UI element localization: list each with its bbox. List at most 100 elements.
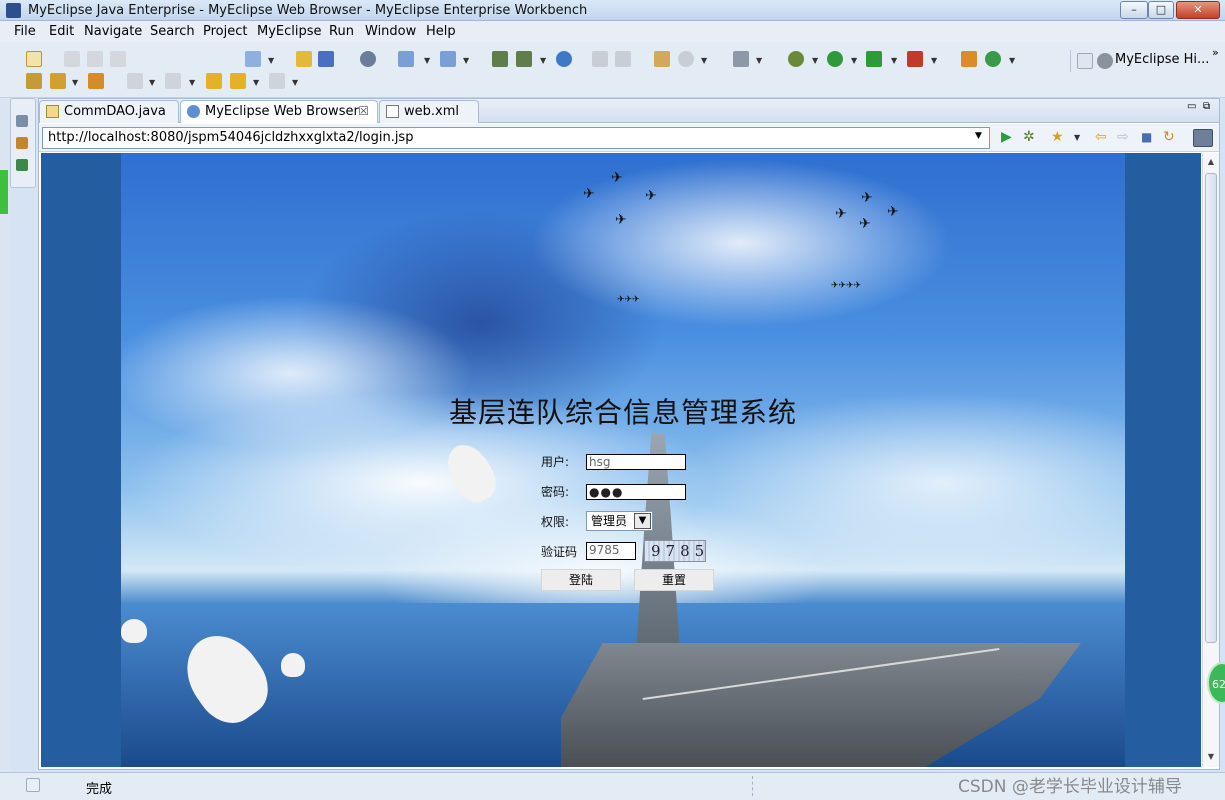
db-icon[interactable] xyxy=(492,51,508,67)
debug-page-icon[interactable]: ✲ xyxy=(1023,130,1035,144)
gear-grey-icon[interactable] xyxy=(678,51,694,67)
close-button[interactable]: ✕ xyxy=(1176,1,1220,19)
dropdown-arrow-icon[interactable]: ▼ xyxy=(1009,56,1015,65)
menu-myeclipse[interactable]: MyEclipse xyxy=(257,24,322,39)
scroll-up-icon[interactable]: ▲ xyxy=(1205,156,1217,168)
perspective-switcher[interactable]: MyEclipse Hi... xyxy=(1070,50,1209,72)
role-select[interactable]: 管理员 ▼ xyxy=(586,511,653,531)
menu-search[interactable]: Search xyxy=(150,24,195,39)
menu-window[interactable]: Window xyxy=(365,24,416,39)
dropdown-arrow-icon[interactable]: ▼ xyxy=(540,56,546,65)
dropdown-arrow-icon[interactable]: ▼ xyxy=(463,56,469,65)
refresh-tool-icon[interactable] xyxy=(985,51,1001,67)
dropdown-arrow-icon[interactable]: ▼ xyxy=(851,56,857,65)
captcha-image[interactable]: 9785 xyxy=(644,540,706,562)
login-background: ✈ ✈ ✈ ✈ ✈ ✈ ✈ ✈ ✈✈✈ ✈✈✈✈ 基层连队综合信息管理系统 用户… xyxy=(121,153,1125,767)
dropdown-arrow-icon[interactable]: ▼ xyxy=(253,78,259,87)
scroll-down-icon[interactable]: ▼ xyxy=(1205,751,1217,763)
minimize-editor-icon[interactable]: ▭ xyxy=(1187,101,1196,112)
tab-web-browser[interactable]: MyEclipse Web Browser ☒ xyxy=(180,100,378,123)
search-tool-icon[interactable] xyxy=(440,51,456,67)
globe-icon xyxy=(187,105,200,118)
tab-commdao[interactable]: CommDAO.java xyxy=(39,100,179,123)
back-tool-icon[interactable] xyxy=(230,73,246,89)
debug-icon[interactable] xyxy=(788,51,804,67)
dropdown-arrow-icon[interactable]: ▼ xyxy=(812,56,818,65)
tool-icon-b[interactable] xyxy=(615,51,631,67)
password-input[interactable]: ●●● xyxy=(586,484,686,500)
dropdown-arrow-icon[interactable]: ▼ xyxy=(292,78,298,87)
dropdown-arrow-icon[interactable]: ▼ xyxy=(268,56,274,65)
dropdown-arrow-icon[interactable]: ▼ xyxy=(701,56,707,65)
back-icon[interactable]: ⇦ xyxy=(1095,130,1107,144)
chevron-down-icon[interactable]: ▼ xyxy=(634,513,651,529)
restore-view-icon[interactable] xyxy=(16,115,28,127)
run-icon[interactable] xyxy=(827,51,843,67)
server-icon[interactable] xyxy=(360,51,376,67)
open-perspective-icon[interactable] xyxy=(1077,53,1093,69)
deploy-icon[interactable] xyxy=(296,51,312,67)
dropdown-arrow-icon[interactable]: ▼ xyxy=(149,78,155,87)
username-input[interactable]: hsg xyxy=(586,454,686,470)
more-perspectives-icon[interactable]: » xyxy=(1212,46,1219,59)
menu-file[interactable]: File xyxy=(14,24,36,39)
tool-icon-a[interactable] xyxy=(592,51,608,67)
menu-project[interactable]: Project xyxy=(203,24,247,39)
seagull xyxy=(438,437,504,509)
dropdown-arrow-icon[interactable]: ▼ xyxy=(189,78,195,87)
jet-icon: ✈ xyxy=(583,186,595,202)
tab-close-icon[interactable]: ☒ xyxy=(358,101,369,122)
menu-edit[interactable]: Edit xyxy=(49,24,74,39)
save-all-icon[interactable] xyxy=(87,51,103,67)
dropdown-arrow-icon[interactable]: ▼ xyxy=(424,56,430,65)
new-icon[interactable] xyxy=(26,51,42,67)
last-edit-icon[interactable] xyxy=(206,73,222,89)
perspective-label[interactable]: MyEclipse Hi... xyxy=(1115,52,1209,67)
favorites-dropdown-icon[interactable]: ▼ xyxy=(1074,133,1080,142)
wizard-icon[interactable] xyxy=(398,51,414,67)
tool-icon-c[interactable] xyxy=(961,51,977,67)
url-dropdown-icon[interactable]: ▼ xyxy=(975,131,982,141)
prev-annotation-icon[interactable] xyxy=(165,73,181,89)
menu-run[interactable]: Run xyxy=(329,24,354,39)
tab-web-xml[interactable]: web.xml xyxy=(379,100,479,123)
globe-tool-icon[interactable] xyxy=(556,51,572,67)
login-button[interactable]: 登陆 xyxy=(541,569,621,591)
forward-icon[interactable]: ⇨ xyxy=(1117,130,1129,144)
save-icon[interactable] xyxy=(64,51,80,67)
minimize-button[interactable]: – xyxy=(1120,1,1148,19)
forward-tool-icon[interactable] xyxy=(269,73,285,89)
url-input[interactable]: http://localhost:8080/jspm54046jcldzhxxg… xyxy=(42,127,990,149)
dropdown-arrow-icon[interactable]: ▼ xyxy=(72,78,78,87)
maximize-editor-icon[interactable]: ⧉ xyxy=(1203,101,1210,112)
run-config-icon[interactable] xyxy=(866,51,882,67)
fast-view-icon[interactable] xyxy=(26,778,40,792)
screenshot-icon[interactable] xyxy=(733,51,749,67)
task-icon[interactable] xyxy=(654,51,670,67)
external-tools-icon[interactable] xyxy=(907,51,923,67)
package-icon[interactable] xyxy=(318,51,334,67)
package-explorer-icon[interactable] xyxy=(16,137,28,149)
dropdown-arrow-icon[interactable]: ▼ xyxy=(891,56,897,65)
new-web-project-icon[interactable] xyxy=(245,51,261,67)
next-annotation-icon[interactable] xyxy=(127,73,143,89)
dropdown-arrow-icon[interactable]: ▼ xyxy=(756,56,762,65)
menu-navigate[interactable]: Navigate xyxy=(84,24,142,39)
open-resource-icon[interactable] xyxy=(88,73,104,89)
maximize-button[interactable]: □ xyxy=(1148,1,1174,19)
stop-icon[interactable]: ■ xyxy=(1141,130,1152,144)
db-explorer-icon[interactable] xyxy=(516,51,532,67)
menu-help[interactable]: Help xyxy=(426,24,456,39)
hierarchy-icon[interactable] xyxy=(16,159,28,171)
open-type-icon[interactable] xyxy=(26,73,42,89)
pencil-icon[interactable] xyxy=(50,73,66,89)
captcha-input[interactable]: 9785 xyxy=(586,542,636,560)
go-icon[interactable]: ▶ xyxy=(1001,130,1012,144)
scrollbar-thumb[interactable] xyxy=(1205,173,1217,643)
print-icon[interactable] xyxy=(110,51,126,67)
tab-label: MyEclipse Web Browser xyxy=(205,104,359,119)
reset-button[interactable]: 重置 xyxy=(634,569,714,591)
refresh-icon[interactable]: ↻ xyxy=(1163,130,1175,144)
favorites-icon[interactable]: ★ xyxy=(1051,130,1064,144)
dropdown-arrow-icon[interactable]: ▼ xyxy=(931,56,937,65)
